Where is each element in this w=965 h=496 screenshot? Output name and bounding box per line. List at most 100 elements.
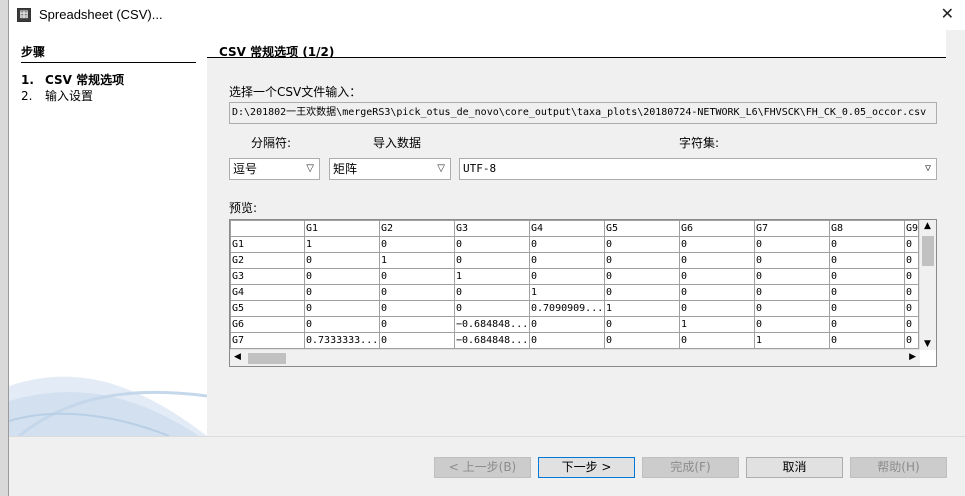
table-cell[interactable]: 0 [903,300,920,317]
table-cell[interactable]: 0 [829,300,905,317]
table-cell[interactable]: 0 [379,236,455,253]
step-label: 输入设置 [45,89,94,103]
column-header[interactable]: G7 [754,220,830,237]
table-cell[interactable]: 0 [454,236,530,253]
import-select[interactable]: 矩阵 ▽ [329,158,451,180]
table-cell[interactable]: 0.7090909... [529,300,605,317]
scroll-left-icon[interactable]: ◀ [234,352,241,362]
table-cell[interactable]: 0 [529,268,605,285]
next-button[interactable]: 下一步 > [538,457,635,478]
charset-select[interactable]: UTF-8 ▽ [459,158,937,180]
table-cell[interactable]: 0 [304,316,380,333]
table-cell[interactable]: 1 [604,300,680,317]
separator-select[interactable]: 逗号 ▽ [229,158,320,180]
table-cell[interactable]: 0 [679,236,755,253]
table-cell[interactable]: 0 [754,252,830,269]
column-header[interactable]: G3 [454,220,530,237]
table-cell[interactable]: 0 [304,252,380,269]
table-cell[interactable]: 0 [379,284,455,301]
table-cell[interactable]: 0 [379,316,455,333]
scroll-right-icon[interactable]: ▶ [909,352,916,362]
table-cell[interactable]: 0 [604,252,680,269]
cancel-button[interactable]: 取消 [746,457,843,478]
table-cell[interactable]: 0 [829,316,905,333]
row-header[interactable]: G4 [230,284,305,301]
finish-button[interactable]: 完成(F) [642,457,739,478]
table-cell[interactable]: 0 [604,268,680,285]
column-header[interactable]: G9 [903,220,920,237]
row-header[interactable]: G1 [230,236,305,253]
row-header[interactable]: G5 [230,300,305,317]
file-path-field[interactable]: D:\201802一王欢数据\mergeRS3\pick_otus_de_nov… [229,102,937,124]
table-cell[interactable]: 0 [379,268,455,285]
table-cell[interactable]: 0 [604,236,680,253]
table-cell[interactable]: 1 [379,252,455,269]
table-cell[interactable]: 0 [903,252,920,269]
table-cell[interactable]: 1 [454,268,530,285]
table-cell[interactable]: 0 [679,300,755,317]
column-header[interactable] [230,220,305,237]
column-header[interactable]: G6 [679,220,755,237]
table-cell[interactable]: 0 [529,316,605,333]
table-cell[interactable]: 0 [754,316,830,333]
column-header[interactable]: G8 [829,220,905,237]
column-header[interactable]: G4 [529,220,605,237]
column-header[interactable]: G2 [379,220,455,237]
table-cell[interactable]: 0 [379,300,455,317]
vertical-scrollbar[interactable]: ▲ ▼ [919,220,936,350]
column-header[interactable]: G5 [604,220,680,237]
table-cell[interactable]: 0 [903,284,920,301]
table-cell[interactable]: 0 [903,316,920,333]
table-cell[interactable]: 0 [829,268,905,285]
row-header[interactable]: G7 [230,332,305,349]
table-cell[interactable]: 1 [754,332,830,349]
row-header[interactable]: G3 [230,268,305,285]
table-cell[interactable]: −0.684848... [454,316,530,333]
table-cell[interactable]: 0.7333333... [304,332,380,349]
table-cell[interactable]: 0 [754,300,830,317]
table-cell[interactable]: 0 [379,332,455,349]
table-cell[interactable]: 0 [604,284,680,301]
scroll-down-icon[interactable]: ▼ [924,339,931,349]
preview-grid[interactable]: G1 G2 G3 G4 G5 G6 G7 G8 G9 G1 1 0 0 0 0 0 0 0 0 G2 0 1 0 0 0 0 0 0 0… [229,219,937,367]
table-cell[interactable]: 0 [454,252,530,269]
table-cell[interactable]: 0 [754,236,830,253]
table-cell[interactable]: 0 [679,332,755,349]
row-header[interactable]: G2 [230,252,305,269]
table-cell[interactable]: 1 [679,316,755,333]
back-button[interactable]: < 上一步(B) [434,457,531,478]
horizontal-scroll-thumb[interactable] [248,353,286,364]
table-cell[interactable]: 0 [454,284,530,301]
table-cell[interactable]: 0 [529,236,605,253]
table-cell[interactable]: 1 [529,284,605,301]
table-cell[interactable]: 0 [529,252,605,269]
table-cell[interactable]: 0 [529,332,605,349]
table-cell[interactable]: 1 [304,236,380,253]
table-cell[interactable]: 0 [604,316,680,333]
table-cell[interactable]: 0 [679,284,755,301]
horizontal-scrollbar[interactable]: ◀ ▶ [230,349,920,366]
table-cell[interactable]: 0 [829,332,905,349]
table-cell[interactable]: 0 [454,300,530,317]
table-cell[interactable]: 0 [829,236,905,253]
row-header[interactable]: G6 [230,316,305,333]
help-button[interactable]: 帮助(H) [850,457,947,478]
table-cell[interactable]: 0 [754,284,830,301]
column-header[interactable]: G1 [304,220,380,237]
table-cell[interactable]: 0 [754,268,830,285]
scroll-up-icon[interactable]: ▲ [924,221,931,231]
table-cell[interactable]: 0 [903,332,920,349]
table-cell[interactable]: 0 [829,252,905,269]
close-icon[interactable]: ✕ [941,4,954,23]
table-cell[interactable]: 0 [304,300,380,317]
table-cell[interactable]: 0 [679,268,755,285]
table-cell[interactable]: 0 [604,332,680,349]
vertical-scroll-thumb[interactable] [922,236,934,266]
table-cell[interactable]: 0 [679,252,755,269]
table-cell[interactable]: 0 [304,268,380,285]
table-cell[interactable]: 0 [829,284,905,301]
table-cell[interactable]: −0.684848... [454,332,530,349]
table-cell[interactable]: 0 [903,268,920,285]
table-cell[interactable]: 0 [903,236,920,253]
table-cell[interactable]: 0 [304,284,380,301]
